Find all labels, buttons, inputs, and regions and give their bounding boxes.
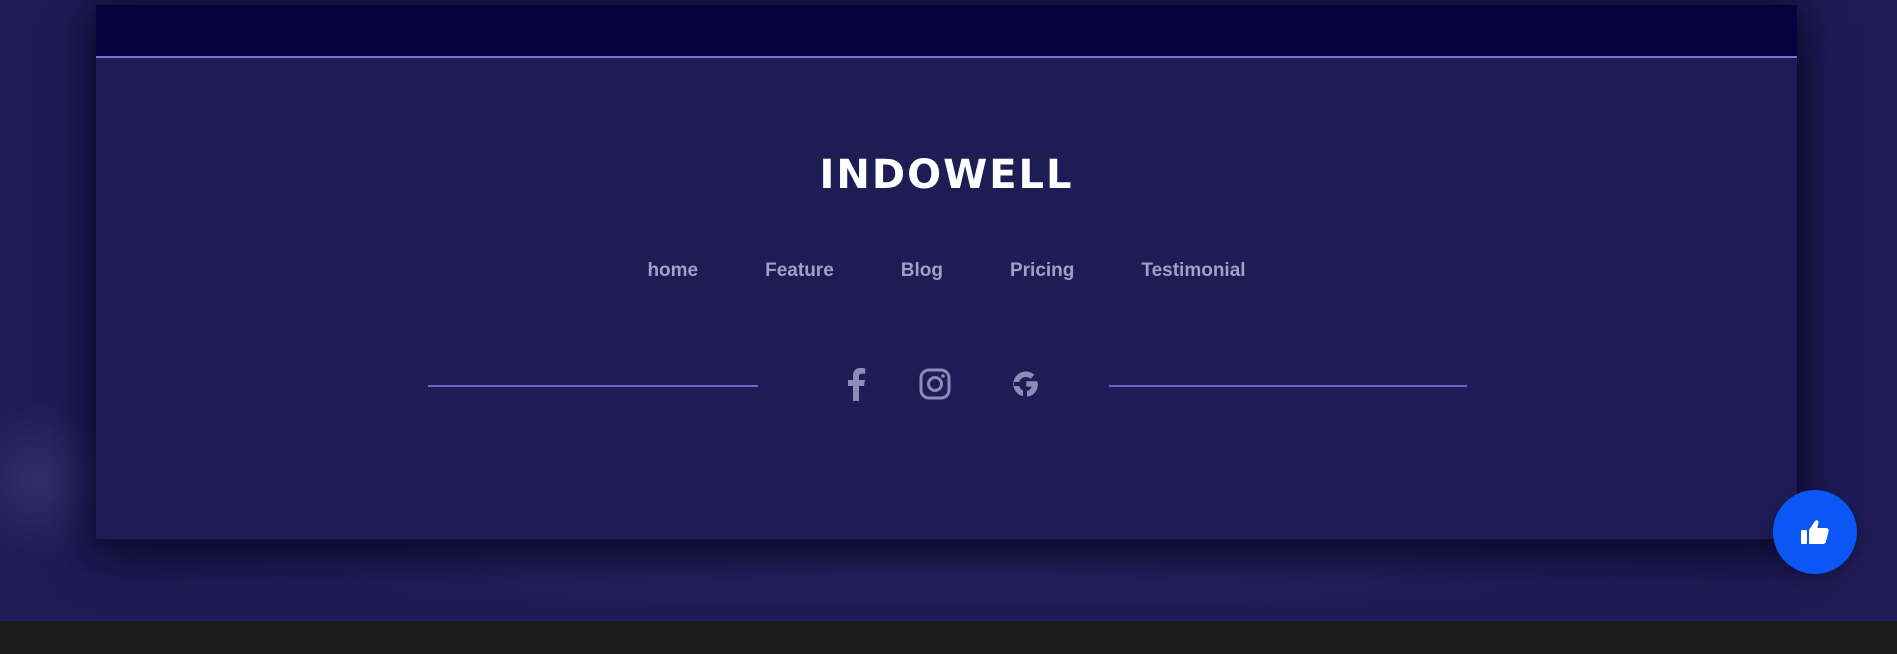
footer-nav: home Feature Blog Pricing Testimonial	[96, 259, 1797, 283]
bottom-bar	[0, 621, 1897, 654]
footer-brand-logo[interactable]: INDOWELL	[96, 151, 1797, 199]
social-divider-right	[1109, 385, 1467, 387]
footer-top-band	[96, 5, 1797, 56]
footer-nav-pricing[interactable]: Pricing	[1010, 259, 1074, 283]
footer-card: INDOWELL home Feature Blog Pricing Testi…	[96, 5, 1797, 540]
footer-top-divider	[96, 56, 1797, 58]
footer-nav-home[interactable]: home	[647, 259, 698, 283]
background-glow-bottom	[120, 540, 1770, 610]
like-button[interactable]	[1773, 490, 1857, 574]
google-link[interactable]	[1008, 366, 1044, 402]
instagram-icon	[919, 368, 951, 400]
facebook-link[interactable]	[838, 366, 874, 402]
google-icon	[1013, 371, 1038, 397]
footer-nav-feature[interactable]: Feature	[765, 259, 834, 283]
footer-nav-testimonial[interactable]: Testimonial	[1141, 259, 1245, 283]
instagram-link[interactable]	[917, 366, 953, 402]
footer-nav-blog[interactable]: Blog	[901, 259, 943, 283]
social-divider-left	[428, 385, 758, 387]
facebook-icon	[848, 368, 866, 401]
thumbs-up-icon	[1801, 520, 1829, 544]
